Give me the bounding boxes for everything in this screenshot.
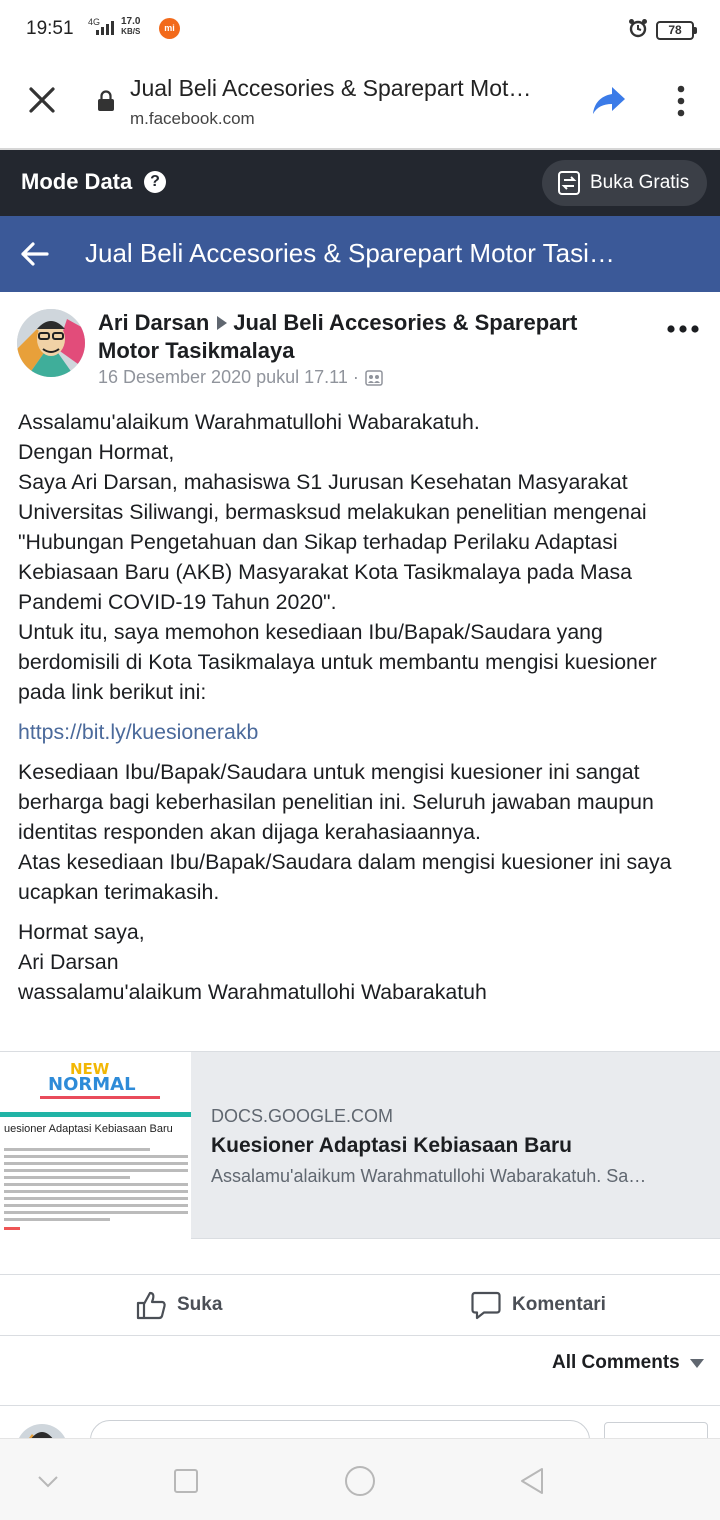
group-audience-icon — [365, 369, 383, 386]
open-free-label: Buka Gratis — [590, 172, 690, 193]
status-bar: 19:51 4G 17.0 KB/S mi 78 — [0, 0, 720, 60]
close-icon[interactable] — [24, 82, 60, 118]
more-options-icon[interactable] — [668, 82, 694, 120]
back-arrow-icon[interactable] — [18, 238, 50, 270]
switch-icon — [558, 171, 580, 195]
author-avatar[interactable] — [17, 309, 85, 377]
divider — [0, 1405, 720, 1406]
network-speed: 17.0 KB/S — [121, 16, 141, 37]
back-icon[interactable] — [516, 1465, 548, 1497]
page-title: Jual Beli Accesories & Sparepart Mot… — [130, 75, 532, 101]
post-paragraph: Kesediaan Ibu/Bapak/Saudara untuk mengis… — [18, 760, 672, 904]
post-actions: Suka Komentari — [0, 1274, 720, 1336]
link-preview-card[interactable]: NEW NORMAL uesioner Adaptasi Kebiasaan B… — [0, 1051, 720, 1239]
signal-icon — [96, 21, 114, 35]
caret-down-icon — [689, 1358, 704, 1368]
link-domain: DOCS.GOOGLE.COM — [211, 1106, 394, 1126]
new-normal-banner: NEW NORMAL — [40, 1058, 160, 1110]
thumbs-up-icon — [136, 1291, 166, 1320]
author-name[interactable]: Ari Darsan — [98, 310, 209, 335]
comment-button[interactable]: Komentari — [470, 1289, 606, 1321]
system-nav-bar — [0, 1438, 720, 1520]
share-icon[interactable] — [592, 84, 626, 116]
recent-apps-icon[interactable] — [170, 1465, 202, 1497]
battery-indicator: 78 — [656, 21, 697, 40]
link-preview-thumbnail: NEW NORMAL uesioner Adaptasi Kebiasaan B… — [0, 1052, 191, 1239]
link-title: Kuesioner Adaptasi Kebiasaan Baru — [211, 1134, 572, 1157]
group-header: Jual Beli Accesories & Sparepart Motor T… — [0, 216, 720, 292]
arrow-right-icon — [217, 316, 228, 331]
browser-toolbar: Jual Beli Accesories & Sparepart Mot… m.… — [0, 60, 720, 150]
help-icon[interactable]: ? — [144, 171, 166, 193]
like-button[interactable]: Suka — [135, 1289, 222, 1321]
link-description: Assalamu'alaikum Warahmatullohi Wabaraka… — [211, 1166, 647, 1186]
post-meta: 16 Desember 2020 pukul 17.11 · — [98, 367, 383, 388]
home-icon[interactable] — [344, 1465, 376, 1497]
lock-icon — [98, 90, 114, 111]
comment-label: Komentari — [512, 1294, 606, 1315]
clock: 19:51 — [26, 18, 74, 39]
data-mode-label: Mode Data — [21, 169, 133, 194]
post-link[interactable]: https://bit.ly/kuesionerakb — [18, 717, 708, 747]
open-free-button[interactable]: Buka Gratis — [542, 160, 707, 206]
post-paragraph: Assalamu'alaikum Warahmatullohi Wabaraka… — [18, 410, 657, 704]
thumbnail-heading: uesioner Adaptasi Kebiasaan Baru — [4, 1123, 173, 1135]
page-url[interactable]: m.facebook.com — [130, 109, 255, 129]
post-timestamp[interactable]: 16 Desember 2020 pukul 17.11 · — [98, 367, 359, 388]
post-options-icon[interactable] — [666, 320, 700, 338]
like-label: Suka — [177, 1294, 223, 1315]
post-author-line: Ari Darsan Jual Beli Accesories & Sparepa… — [98, 309, 638, 365]
post-paragraph: Hormat saya, Ari Darsan wassalamu'alaiku… — [18, 920, 487, 1004]
chevron-down-icon[interactable] — [32, 1465, 64, 1497]
avatar-image — [17, 309, 85, 377]
alarm-icon — [629, 19, 647, 38]
thumbnail-text-lines — [0, 1144, 190, 1230]
comment-filter-label: All Comments — [552, 1352, 680, 1373]
comment-icon — [471, 1291, 501, 1320]
comment-filter-dropdown[interactable]: All Comments — [552, 1352, 704, 1374]
mi-icon: mi — [159, 18, 180, 39]
group-title: Jual Beli Accesories & Sparepart Motor T… — [85, 238, 615, 268]
post-body: Assalamu'alaikum Warahmatullohi Wabaraka… — [18, 407, 708, 1017]
